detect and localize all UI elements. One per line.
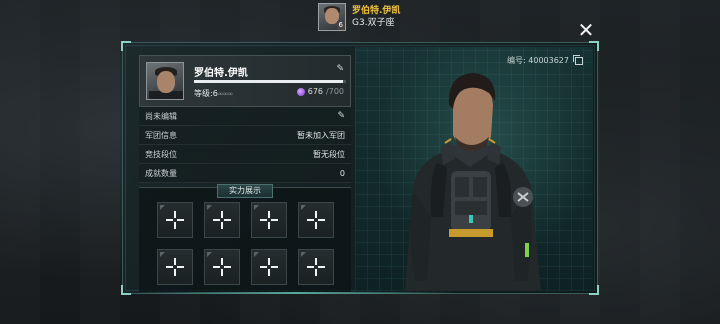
level-label: 等级:6∞∞∞ xyxy=(194,89,233,98)
profile-panel: 编号: 40003627 罗伯特.伊凯 ✎ 等级:6∞∞∞ 676 /700 尚… xyxy=(121,41,599,295)
character-art: 编号: 40003627 xyxy=(355,47,593,291)
exp-progress-fill xyxy=(194,80,343,83)
showcase-slot[interactable] xyxy=(204,202,240,238)
legion-label: 军团信息 xyxy=(145,130,177,140)
legion-row: 军团信息 暂未加入军团 xyxy=(139,126,351,145)
exp-progress-bar xyxy=(194,80,346,83)
achievement-value: 0 xyxy=(339,168,345,178)
info-rows: 尚未编辑 ✎ 军团信息 暂未加入军团 竞技段位 暂无段位 成就数量 0 xyxy=(139,107,351,183)
signature-row[interactable]: 尚未编辑 ✎ xyxy=(139,107,351,126)
edit-name-icon[interactable]: ✎ xyxy=(336,64,344,74)
showcase-slot[interactable] xyxy=(251,249,287,285)
showcase-slot[interactable] xyxy=(298,249,334,285)
energy-counter: 676/700 xyxy=(296,87,344,96)
close-icon[interactable]: ✕ xyxy=(576,20,596,40)
achievement-row: 成就数量 0 xyxy=(139,164,351,183)
showcase-slot[interactable] xyxy=(157,249,193,285)
showcase-slot[interactable] xyxy=(251,202,287,238)
rank-value: 暂无段位 xyxy=(313,149,345,159)
top-player-header: 6 罗伯特.伊凯 G3.双子座 xyxy=(318,2,400,32)
legion-value: 暂未加入军团 xyxy=(297,130,345,140)
profile-name: 罗伯特.伊凯 xyxy=(194,68,248,79)
copy-icon[interactable] xyxy=(573,54,583,65)
showcase-slot[interactable] xyxy=(204,249,240,285)
player-id: 编号: 40003627 xyxy=(507,56,569,65)
top-player-subtitle: G3.双子座 xyxy=(352,18,395,28)
level-pips: ∞∞∞ xyxy=(217,90,233,98)
showcase-title: 实力展示 xyxy=(217,184,273,198)
bottom-glow-line xyxy=(136,292,456,294)
signature-label: 尚未编辑 xyxy=(145,111,177,121)
energy-max: /700 xyxy=(326,87,344,96)
showcase-slot[interactable] xyxy=(298,202,334,238)
achievement-label: 成就数量 xyxy=(145,168,177,178)
rank-row: 竞技段位 暂无段位 xyxy=(139,145,351,164)
profile-card-header: 罗伯特.伊凯 ✎ 等级:6∞∞∞ 676/700 xyxy=(139,55,351,107)
edit-signature-icon[interactable]: ✎ xyxy=(337,111,345,121)
energy-current: 676 xyxy=(307,87,324,96)
profile-avatar[interactable] xyxy=(146,62,184,100)
showcase-slots xyxy=(157,202,334,285)
rank-label: 竞技段位 xyxy=(145,149,177,159)
strength-showcase: 实力展示 xyxy=(139,184,351,292)
showcase-slot[interactable] xyxy=(157,202,193,238)
top-avatar[interactable]: 6 xyxy=(318,3,346,31)
player-id-row: 编号: 40003627 xyxy=(507,54,583,66)
energy-icon xyxy=(296,87,305,96)
character-figure xyxy=(405,73,541,291)
top-avatar-level: 6 xyxy=(336,21,345,30)
top-player-name: 罗伯特.伊凯 xyxy=(352,6,401,16)
